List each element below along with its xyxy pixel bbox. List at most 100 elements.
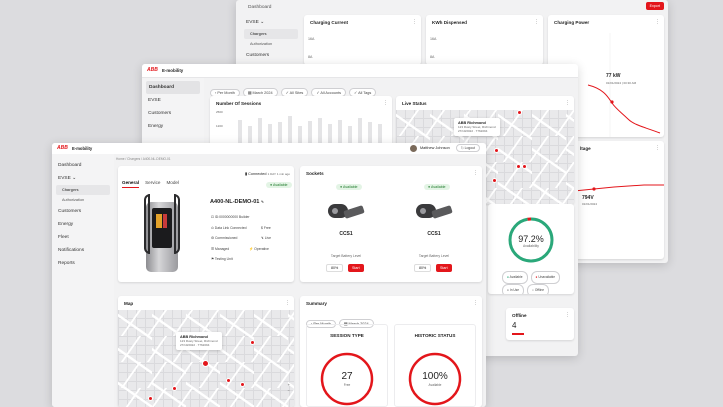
tab-service[interactable]: Service xyxy=(145,180,160,185)
kebab-icon[interactable]: ⋮ xyxy=(565,312,570,318)
map-pin-icon[interactable] xyxy=(250,340,255,345)
start-button[interactable]: Start xyxy=(436,264,452,272)
back-sidebar-customers[interactable]: Customers xyxy=(240,49,302,62)
sidebar-item-energy[interactable]: Energy xyxy=(52,218,114,231)
session-type-label: Free xyxy=(343,383,351,387)
feature-testing: ⚑ Testing Unit xyxy=(211,257,233,261)
axis-label: 16A xyxy=(308,37,315,41)
charging-power-value: 77 kW xyxy=(606,73,621,79)
kebab-icon[interactable]: ⋮ xyxy=(534,19,539,25)
kwh-dispensed-title: KWh Dispensed xyxy=(432,20,467,25)
map-popup: ABB Richmond 123 Rusty Street, Richmond … xyxy=(176,332,222,350)
battery-level-value[interactable]: 80% xyxy=(414,264,432,272)
map-pin-icon[interactable] xyxy=(202,360,209,367)
map-pin-icon[interactable] xyxy=(517,110,522,115)
charger-card: General Service Model ▮ Connected 1 DAY 1 … xyxy=(118,166,294,282)
axis-label: 8A xyxy=(430,55,435,59)
sidebar-item-chargers[interactable]: Chargers xyxy=(56,185,110,195)
sessions-bars xyxy=(238,116,382,146)
breadcrumb[interactable]: Home / Chargers / A400-NL-DEMO-01 xyxy=(116,157,171,161)
back-sidebar-evse[interactable]: EVSE ⌄ xyxy=(240,16,302,29)
front-header: ABB E-mobility Matthew Johnson ⎋ Logout xyxy=(52,143,486,154)
voltage-note: 01/01/2024 xyxy=(582,202,598,206)
sidebar-item-customers[interactable]: Customers xyxy=(52,205,114,218)
brand-name: E-mobility xyxy=(162,68,184,73)
kebab-icon[interactable]: ⋮ xyxy=(473,300,478,306)
availability-card: 97.2% Availability ● Available ● Unavaila… xyxy=(488,204,574,294)
axis-label: 8A xyxy=(308,55,313,59)
logout-button[interactable]: ⎋ Logout xyxy=(456,144,480,152)
start-button[interactable]: Start xyxy=(348,264,364,272)
battery-level-label: Target Battery Level xyxy=(418,254,450,258)
sidebar-item-dashboard[interactable]: Dashboard xyxy=(52,159,114,172)
sockets-title: Sockets xyxy=(306,171,324,176)
historic-status-value: 100% xyxy=(422,371,448,382)
kebab-icon[interactable]: ⋮ xyxy=(473,170,478,176)
feature-free: $ Free xyxy=(261,225,271,230)
tab-general[interactable]: General xyxy=(122,180,140,188)
avatar[interactable] xyxy=(410,145,417,152)
legend-offline: ● Offline xyxy=(527,284,550,294)
back-sidebar-authorization[interactable]: Authorization xyxy=(240,39,302,49)
voltage-card: ltage ⋮ 794V 01/01/2024 xyxy=(574,141,664,259)
availability-legend: ● Available ● Unavailable ● In Use ● Offli… xyxy=(502,271,568,294)
kebab-icon[interactable]: ⋮ xyxy=(565,100,570,106)
zoom-controls[interactable]: + − xyxy=(288,382,290,394)
map-pin-icon[interactable] xyxy=(240,382,245,387)
middle-header: ABB E-mobility xyxy=(142,64,578,78)
middle-sidebar-evse[interactable]: EVSE xyxy=(142,94,204,107)
sidebar-item-evse[interactable]: EVSE ⌄ xyxy=(52,172,114,185)
session-type-value: 27 xyxy=(341,371,353,382)
map-pin-icon[interactable] xyxy=(516,164,521,169)
kebab-icon[interactable]: ⋮ xyxy=(285,300,290,306)
live-popup-line: 27/10/2022 · 7762094 xyxy=(458,129,488,133)
map-view[interactable] xyxy=(118,310,294,407)
map-pin-icon[interactable] xyxy=(172,386,177,391)
battery-level-value[interactable]: 80% xyxy=(326,264,344,272)
historic-status-label: Available xyxy=(428,383,442,387)
zoom-out-icon[interactable]: − xyxy=(288,388,290,394)
map-card: Map ⋮ ABB Richmond 123 Rusty Street, Ric… xyxy=(118,296,294,407)
back-breadcrumb: Dashboard xyxy=(248,5,272,10)
signal-icon: ▮ xyxy=(245,172,248,176)
sidebar-item-fleet[interactable]: Fleet xyxy=(52,231,114,244)
map-pin-icon[interactable] xyxy=(522,164,527,169)
charging-current-title: Charging Current xyxy=(310,20,349,25)
abb-logo: ABB xyxy=(147,67,158,73)
middle-sidebar-customers[interactable]: Customers xyxy=(142,107,204,120)
offline-title: Offline xyxy=(512,313,527,318)
feature-live: ↯ Live xyxy=(261,236,272,240)
availability-percent: 97.2% xyxy=(518,234,544,244)
ccs1-connector-icon xyxy=(328,200,365,222)
kebab-icon[interactable]: ⋮ xyxy=(412,19,417,25)
offline-bar xyxy=(512,333,524,335)
historic-status-ring xyxy=(408,352,462,406)
charging-power-note: 01/01/2024 | 00:30 AM xyxy=(606,81,637,85)
voltage-value: 794V xyxy=(582,195,594,201)
sidebar-item-authorization[interactable]: Authorization xyxy=(52,195,114,205)
feature-operative: ⚡ Operative xyxy=(249,246,269,251)
map-pin-icon[interactable] xyxy=(226,378,231,383)
user-name: Matthew Johnson xyxy=(420,146,450,150)
sidebar-item-reports[interactable]: Reports xyxy=(52,257,114,270)
map-pin-icon[interactable] xyxy=(494,148,499,153)
socket-name: CCS1 xyxy=(339,231,353,237)
historic-status-panel: HISTORIC STATUS 100% Available xyxy=(394,324,476,407)
brand-name: E-mobility xyxy=(72,146,93,151)
back-sidebar-chargers[interactable]: Chargers xyxy=(244,29,298,39)
edit-icon[interactable]: ✎ xyxy=(261,200,264,204)
battery-level-label: Target Battery Level xyxy=(330,254,362,258)
middle-sidebar-dashboard[interactable]: Dashboard xyxy=(146,81,200,94)
session-type-panel: SESSION TYPE 27 Free xyxy=(306,324,388,407)
map-pin-icon[interactable] xyxy=(148,396,153,401)
tab-model[interactable]: Model xyxy=(166,180,179,185)
sidebar-item-notifications[interactable]: Notifications xyxy=(52,244,114,257)
export-button[interactable]: Export xyxy=(645,2,664,10)
feature-serial: ⊡ ID:0000000000 Builder xyxy=(211,215,250,219)
charger-image xyxy=(144,192,184,278)
middle-sidebar-energy[interactable]: Energy xyxy=(142,120,204,133)
kwh-dispensed-card: KWh Dispensed ⋮ 16A 8A xyxy=(426,15,543,65)
map-pin-icon[interactable] xyxy=(492,178,497,183)
socket-1: ● Available CCS1 Target Battery Level 80… xyxy=(306,182,386,280)
socket-status-badge: ● Available xyxy=(336,184,362,190)
